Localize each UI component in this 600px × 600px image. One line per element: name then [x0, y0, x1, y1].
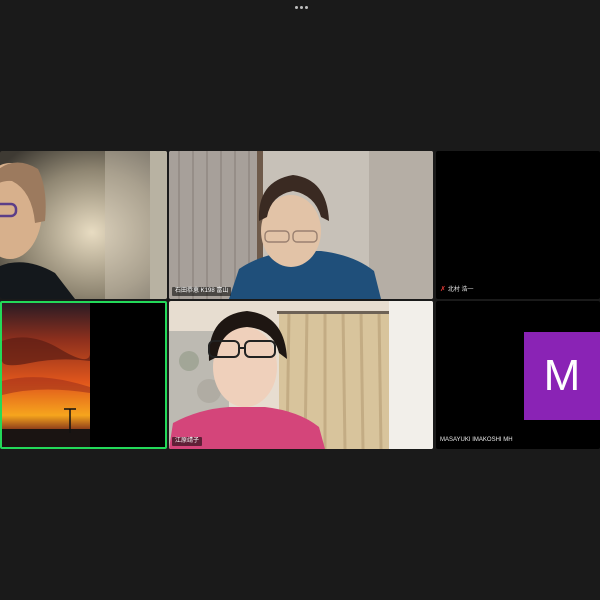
participant-video	[169, 301, 433, 449]
more-options-button[interactable]	[288, 2, 314, 12]
avatar-letter: M	[543, 351, 581, 400]
participant-video	[169, 151, 433, 299]
ellipsis-icon	[294, 5, 298, 9]
video-tile-participant-6[interactable]: M MASAYUKI IMAKOSHI MH	[436, 301, 600, 449]
video-tile-participant-5[interactable]: 江原靖子	[169, 301, 433, 449]
video-tile-participant-2[interactable]: 石田恭恵 K198 富山	[169, 151, 433, 299]
participant-name-label: MASAYUKI IMAKOSHI MH	[440, 437, 513, 443]
avatar: M	[524, 332, 600, 420]
microphone-muted-icon: ✗	[440, 286, 446, 293]
participant-name-label: ✗ 北村 浩一	[440, 286, 474, 293]
participant-name-label: 江原靖子	[172, 437, 203, 446]
participant-name-label: 石田恭恵 K198 富山	[172, 287, 232, 296]
participant-video	[1, 303, 165, 447]
video-tile-participant-4[interactable]	[0, 301, 167, 449]
participant-video	[0, 151, 167, 299]
video-tile-participant-1[interactable]	[0, 151, 167, 299]
video-tile-participant-3[interactable]: ✗ 北村 浩一	[436, 151, 600, 299]
